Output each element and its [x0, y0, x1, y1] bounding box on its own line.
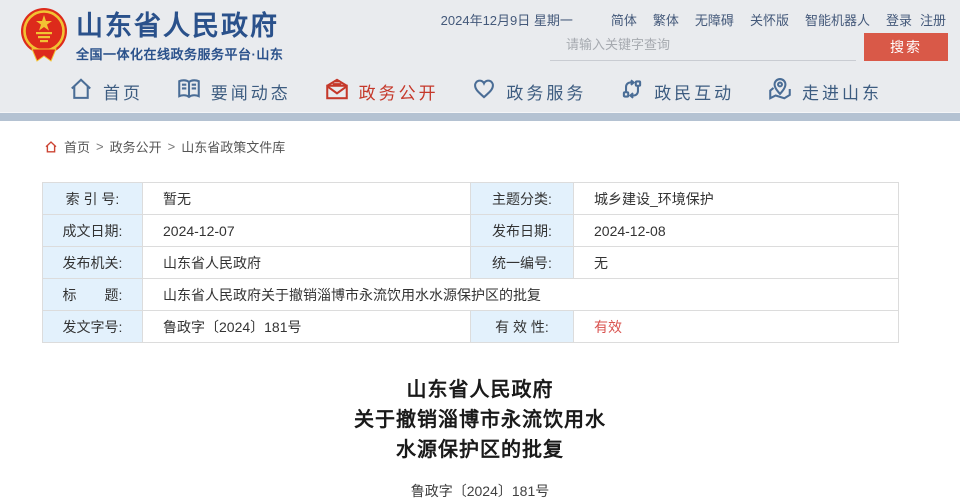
nav-item-about-shandong[interactable]: 走进山东 [767, 76, 882, 107]
search-input[interactable] [550, 33, 856, 61]
nav-item-news[interactable]: 要闻动态 [176, 76, 291, 107]
site-title: 山东省人民政府 [76, 11, 279, 41]
table-row: 发布机关: 山东省人民政府 统一编号: 无 [42, 246, 899, 279]
meta-value-doc-number: 鲁政字〔2024〕181号 [142, 310, 471, 343]
link-smart-robot[interactable]: 智能机器人 [805, 10, 870, 29]
meta-value-index-no: 暂无 [142, 182, 471, 215]
book-icon [176, 76, 202, 107]
main-nav: 首页 要闻动态 政务公开 政务服务 政民互动 走进山东 [0, 70, 960, 113]
nav-label: 政民互动 [654, 83, 735, 103]
table-row: 标 题: 山东省人民政府关于撤销淄博市永流饮用水水源保护区的批复 [42, 278, 899, 311]
document-title-line-3: 水源保护区的批复 [396, 439, 564, 461]
nav-label: 要闻动态 [210, 83, 291, 103]
nav-label: 政务公开 [358, 83, 439, 103]
link-care-version[interactable]: 关怀版 [750, 10, 789, 29]
search-button[interactable]: 搜索 [864, 33, 948, 61]
table-row: 发文字号: 鲁政字〔2024〕181号 有 效 性: 有效 [42, 310, 899, 343]
table-row: 成文日期: 2024-12-07 发布日期: 2024-12-08 [42, 214, 899, 247]
meta-value-unified-no: 无 [573, 246, 899, 279]
document-title-line-1: 山东省人民政府 [406, 379, 554, 401]
meta-value-validity: 有效 [573, 310, 899, 343]
meta-label-index-no: 索 引 号: [42, 182, 143, 215]
meta-label-issuing-agency: 发布机关: [42, 246, 143, 279]
link-register[interactable]: 注册 [920, 10, 946, 29]
meta-label-validity: 有 效 性: [470, 310, 574, 343]
nav-label: 政务服务 [506, 83, 587, 103]
nav-item-interaction[interactable]: 政民互动 [619, 76, 734, 107]
breadcrumb-item-policy-library[interactable]: 山东省政策文件库 [181, 137, 285, 156]
nav-label: 首页 [103, 83, 143, 103]
breadcrumb: 首页 > 政务公开 > 山东省政策文件库 [44, 137, 960, 156]
nav-label: 走进山东 [801, 83, 882, 103]
meta-label-topic: 主题分类: [470, 182, 574, 215]
chat-arrows-icon [619, 76, 645, 107]
meta-value-written-date: 2024-12-07 [142, 214, 471, 247]
meta-label-doc-number: 发文字号: [42, 310, 143, 343]
meta-label-publish-date: 发布日期: [470, 214, 574, 247]
search-bar: 搜索 [550, 33, 948, 61]
meta-value-issuing-agency: 山东省人民政府 [142, 246, 471, 279]
document-number: 鲁政字〔2024〕181号 [410, 483, 550, 499]
utility-bar: 2024年12月9日 星期一 简体 繁体 无障碍 关怀版 智能机器人 登录 注册 [441, 10, 946, 29]
meta-label-unified-no: 统一编号: [470, 246, 574, 279]
table-row: 索 引 号: 暂无 主题分类: 城乡建设_环境保护 [42, 182, 899, 215]
meta-value-topic: 城乡建设_环境保护 [573, 182, 899, 215]
current-date: 2024年12月9日 星期一 [440, 13, 573, 28]
breadcrumb-home-icon [45, 140, 57, 152]
nav-item-gov-info[interactable]: 政务公开 [324, 76, 439, 107]
document-meta-table: 索 引 号: 暂无 主题分类: 城乡建设_环境保护 成文日期: 2024-12-… [42, 182, 899, 343]
nav-item-home[interactable]: 首页 [68, 76, 143, 107]
link-traditional[interactable]: 繁体 [653, 10, 679, 29]
map-pin-icon [767, 76, 793, 107]
breadcrumb-separator: > [96, 139, 104, 154]
heart-icon [471, 76, 497, 107]
meta-label-title: 标 题: [42, 278, 143, 311]
nav-item-gov-services[interactable]: 政务服务 [471, 76, 586, 107]
site-subtitle: 全国一体化在线政务服务平台·山东 [76, 47, 284, 62]
breadcrumb-item-gov-info[interactable]: 政务公开 [110, 137, 162, 156]
home-icon [68, 76, 94, 107]
link-simplified[interactable]: 简体 [611, 10, 637, 29]
document-body: 山东省人民政府 关于撤销淄博市永流饮用水 水源保护区的批复 鲁政字〔2024〕1… [0, 375, 960, 501]
breadcrumb-item-home[interactable]: 首页 [64, 137, 90, 156]
link-accessibility[interactable]: 无障碍 [695, 10, 734, 29]
document-title-line-2: 关于撤销淄博市永流饮用水 [354, 409, 606, 431]
meta-label-written-date: 成文日期: [42, 214, 143, 247]
national-emblem-icon [20, 7, 68, 63]
divider-strip [0, 113, 960, 121]
meta-value-title: 山东省人民政府关于撤销淄博市永流饮用水水源保护区的批复 [142, 278, 899, 311]
breadcrumb-separator: > [167, 139, 176, 154]
meta-value-publish-date: 2024-12-08 [573, 214, 899, 247]
site-branding: 山东省人民政府 全国一体化在线政务服务平台·山东 [76, 11, 283, 63]
site-header: 山东省人民政府 全国一体化在线政务服务平台·山东 2024年12月9日 星期一 … [0, 0, 960, 70]
link-login[interactable]: 登录 [886, 10, 912, 29]
mail-icon [324, 76, 350, 107]
